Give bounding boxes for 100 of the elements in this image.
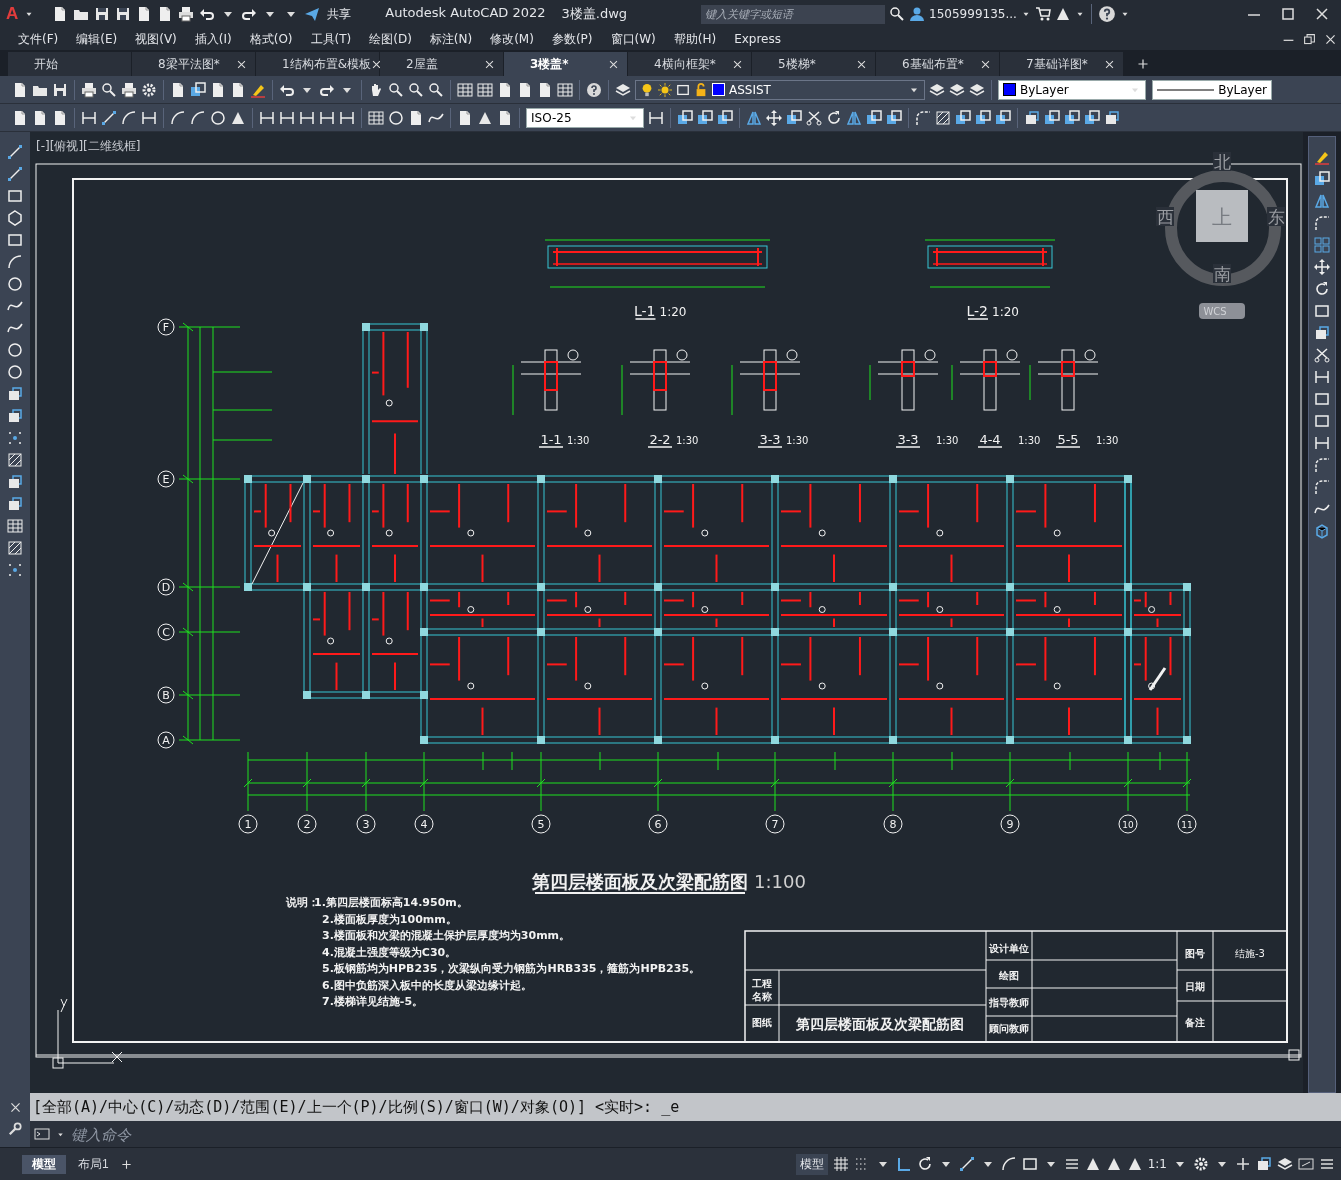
help-icon[interactable] [1097, 5, 1116, 23]
close-icon[interactable] [980, 58, 991, 70]
close-icon[interactable] [236, 58, 247, 70]
copy-icon[interactable] [995, 109, 1011, 126]
cube-icon[interactable] [1314, 523, 1330, 539]
file-tab[interactable]: 2屋盖 [380, 52, 504, 76]
document-icon[interactable] [210, 81, 226, 98]
dimension-style-dropdown[interactable]: ISO-25 [526, 107, 644, 128]
file-tab[interactable]: 8梁平法图* [132, 52, 256, 76]
polygon-icon[interactable] [7, 210, 23, 226]
zoom-icon[interactable] [388, 81, 404, 98]
hamburger-icon[interactable] [1319, 1156, 1335, 1172]
dimension-icon[interactable] [279, 109, 295, 126]
rotate-icon[interactable] [826, 109, 842, 126]
fullscreen-icon[interactable] [1298, 1156, 1314, 1172]
close-icon[interactable] [608, 58, 619, 70]
document-icon[interactable] [230, 81, 246, 98]
arc-icon[interactable] [170, 109, 186, 126]
layers-icon[interactable] [969, 81, 985, 98]
layers-icon[interactable] [1277, 1156, 1293, 1172]
document-icon[interactable] [32, 109, 48, 126]
linetype-dropdown[interactable]: ByLayer [1152, 79, 1272, 100]
rectangle-icon[interactable] [1314, 303, 1330, 319]
user-name[interactable]: 1505999135... [929, 7, 1017, 21]
dimension-icon[interactable] [299, 109, 315, 126]
close-icon[interactable] [1104, 58, 1115, 70]
triangle-icon[interactable] [1105, 1156, 1122, 1172]
fillet-icon[interactable] [1314, 457, 1330, 473]
printer-icon[interactable] [121, 81, 137, 98]
dimension-icon[interactable] [648, 109, 664, 126]
gear-icon[interactable] [1193, 1156, 1209, 1172]
document-icon[interactable] [517, 81, 533, 98]
rotate-icon[interactable] [916, 1156, 933, 1172]
close-icon[interactable] [732, 58, 743, 70]
plus-icon[interactable] [1235, 1156, 1251, 1172]
dimension-icon[interactable] [339, 109, 355, 126]
rectangle-icon[interactable] [1021, 1156, 1038, 1172]
menu-item[interactable]: 视图(V) [135, 30, 187, 48]
line-icon[interactable] [7, 166, 23, 182]
document-icon[interactable] [497, 109, 513, 126]
block-icon[interactable] [1314, 325, 1330, 341]
rotate-icon[interactable] [1314, 281, 1330, 297]
plus-icon[interactable] [1137, 58, 1149, 70]
compass-label[interactable]: 西 [1156, 207, 1174, 227]
layers-icon[interactable] [949, 81, 965, 98]
hatch-icon[interactable] [935, 109, 951, 126]
layers-icon[interactable] [615, 81, 631, 98]
triangle-icon[interactable] [1054, 6, 1071, 22]
search-icon[interactable] [889, 6, 906, 22]
circle-icon[interactable] [7, 364, 23, 380]
document-icon[interactable] [497, 81, 513, 98]
ortho-icon[interactable] [895, 1156, 912, 1172]
maximize-icon[interactable] [1280, 6, 1296, 22]
close-icon[interactable] [1324, 32, 1337, 46]
wrench-icon[interactable] [8, 1122, 22, 1136]
file-tab[interactable]: 6基础布置* [876, 52, 1000, 76]
block-icon[interactable] [1024, 109, 1040, 126]
search-field[interactable]: 键入关键字或短语 [701, 4, 886, 24]
rectangle-icon[interactable] [7, 232, 23, 248]
bulb-icon[interactable] [640, 82, 654, 97]
restore-icon[interactable] [1303, 32, 1316, 46]
zoom-icon[interactable] [408, 81, 424, 98]
fillet-icon[interactable] [915, 109, 931, 126]
mirror-icon[interactable] [1314, 193, 1330, 209]
fillet-icon[interactable] [1314, 215, 1330, 231]
compass-label[interactable]: 南 [1213, 264, 1231, 284]
mirror-icon[interactable] [846, 109, 862, 126]
block-icon[interactable] [7, 386, 23, 402]
hatch-icon[interactable] [7, 540, 23, 556]
copy-icon[interactable] [866, 109, 882, 126]
block-icon[interactable] [7, 408, 23, 424]
hamburger-icon[interactable] [1063, 1156, 1080, 1172]
line-icon[interactable] [101, 109, 117, 126]
triangle-icon[interactable] [1126, 1156, 1143, 1172]
rectangle-icon[interactable] [1314, 413, 1330, 429]
dimension-icon[interactable] [1314, 369, 1330, 385]
model-space-button[interactable]: 模型 [795, 1153, 828, 1175]
close-icon[interactable] [8, 1101, 22, 1114]
table-icon[interactable] [557, 81, 573, 98]
menu-item[interactable]: 插入(I) [194, 30, 242, 48]
block-icon[interactable] [7, 496, 23, 512]
copy-icon[interactable] [1314, 171, 1330, 187]
copy-icon[interactable] [955, 109, 971, 126]
printer-icon[interactable] [178, 6, 195, 22]
copy-icon[interactable] [786, 109, 802, 126]
copy-icon[interactable] [1064, 109, 1080, 126]
gear-icon[interactable] [141, 81, 157, 98]
layout-tab[interactable]: 模型 [22, 1154, 66, 1174]
dimension-icon[interactable] [141, 109, 157, 126]
eraser-icon[interactable] [1314, 149, 1330, 165]
table-icon[interactable] [457, 81, 473, 98]
copy-icon[interactable] [677, 109, 693, 126]
rectangle-icon[interactable] [1314, 391, 1330, 407]
move-icon[interactable] [766, 109, 782, 126]
share-button[interactable]: 共享 [327, 5, 352, 23]
copy-icon[interactable] [886, 109, 902, 126]
sun-icon[interactable] [658, 82, 672, 97]
redo-icon[interactable] [241, 6, 258, 22]
arc-icon[interactable] [121, 109, 137, 126]
circle-icon[interactable] [210, 109, 226, 126]
